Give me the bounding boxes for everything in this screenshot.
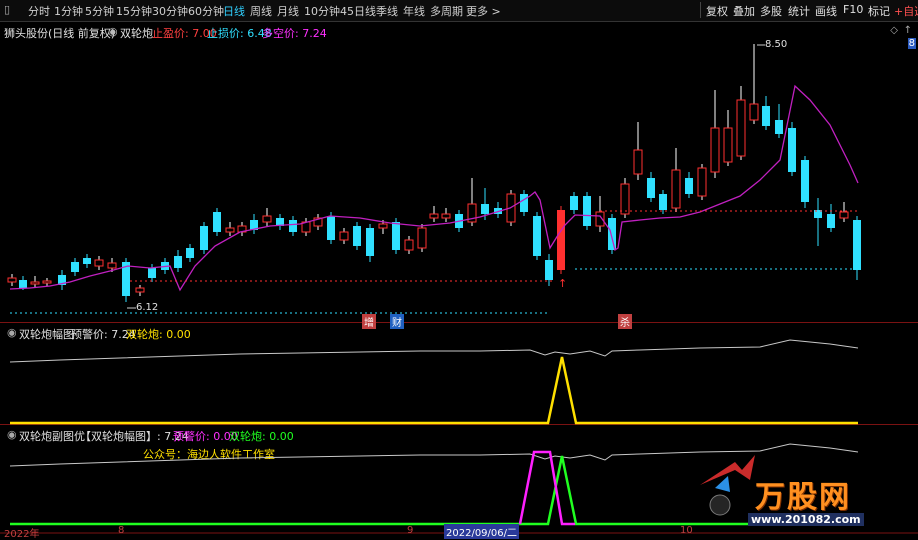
candle-body <box>697 167 707 197</box>
candle-body <box>366 228 374 256</box>
candle-body <box>186 248 194 258</box>
candle-body <box>839 211 849 219</box>
candle-body <box>685 178 693 194</box>
candle-body <box>545 260 553 280</box>
candle-body <box>404 239 414 251</box>
candle-body <box>83 258 91 264</box>
candle-body <box>148 268 156 278</box>
candle-body <box>762 106 770 126</box>
candle-body <box>533 216 541 256</box>
candle-body <box>441 213 451 219</box>
candle-body <box>213 212 221 232</box>
candle-body <box>801 160 809 202</box>
candle-body <box>570 196 578 210</box>
candle-body <box>174 256 182 268</box>
candle-body <box>19 280 27 288</box>
candle-body <box>736 99 746 157</box>
candle-body <box>853 220 861 270</box>
marker-zeng: 增 <box>362 314 376 329</box>
low-price-label: 6.12 <box>136 302 159 313</box>
candle-body <box>339 231 349 241</box>
candle-body <box>671 169 681 209</box>
axis-month-8: 8 <box>118 525 125 536</box>
candle-body <box>710 127 720 173</box>
high-price-label: 8.50 <box>765 39 788 50</box>
marker-sha: 杀 <box>618 314 632 329</box>
candle-body <box>353 226 361 246</box>
kline-chart: ↑ <box>0 44 918 534</box>
candle-body <box>7 277 17 283</box>
candle-body <box>583 196 591 226</box>
candle-body <box>71 262 79 272</box>
candle-body <box>262 215 272 223</box>
candle-body <box>647 178 655 198</box>
candle-body <box>775 120 783 134</box>
candle-body <box>723 127 733 163</box>
candle-body <box>659 194 667 210</box>
candle-body <box>633 149 643 175</box>
candle-body <box>392 222 400 250</box>
candle-body <box>200 226 208 250</box>
candle-body <box>30 281 40 285</box>
axis-year: 2022年 <box>4 529 40 540</box>
candle-body <box>289 220 297 232</box>
watermark-brand: 万股网 <box>755 480 851 515</box>
svg-text:↑: ↑ <box>558 277 567 290</box>
candle-body <box>94 259 104 267</box>
candle-body <box>42 280 52 284</box>
candle-body <box>620 183 630 215</box>
watermark-url: www.201082.com <box>748 513 864 526</box>
candle-body <box>481 204 489 214</box>
candle-body <box>378 223 388 229</box>
candle-body <box>135 287 145 293</box>
candle-body <box>520 194 528 212</box>
watermark-logo <box>700 455 755 516</box>
axis-month-9: 9 <box>407 525 414 536</box>
candle-body <box>107 262 117 269</box>
candle-body <box>417 227 427 249</box>
candle-body <box>327 216 335 240</box>
candle-body <box>225 227 235 233</box>
axis-month-10: 10 <box>680 525 693 536</box>
marker-cai: 财 <box>390 314 404 329</box>
candle-body <box>788 128 796 172</box>
candle-body <box>429 213 439 219</box>
candle-body <box>557 210 565 270</box>
candle-body <box>827 214 835 228</box>
candle-body <box>608 218 616 250</box>
candle-body <box>749 103 759 121</box>
